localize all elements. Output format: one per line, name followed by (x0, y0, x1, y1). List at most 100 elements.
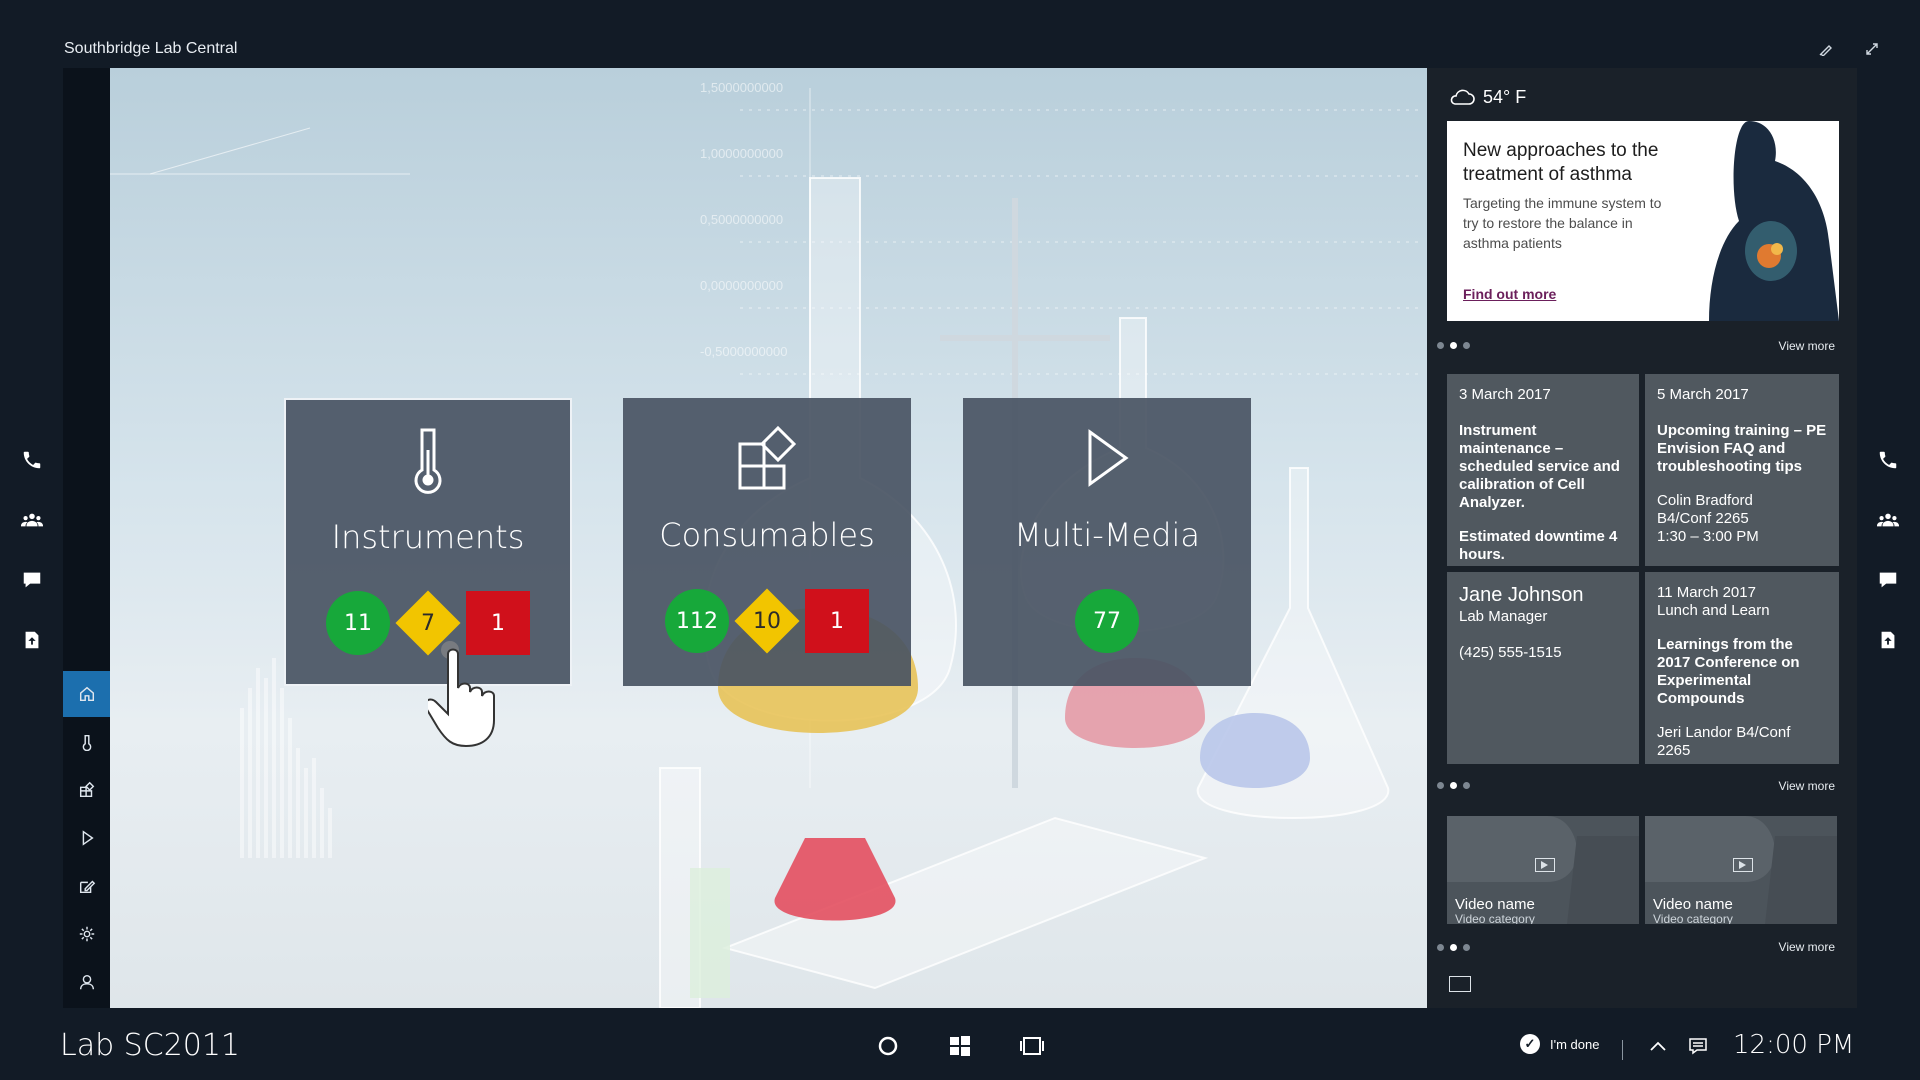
play-icon (963, 424, 1251, 494)
cortana-circle-icon[interactable] (874, 1032, 902, 1060)
event-date: 5 March 2017 (1657, 386, 1749, 403)
multimedia-tile[interactable]: Multi-Media 77 (963, 398, 1251, 686)
nav-home[interactable] (63, 671, 110, 717)
svg-text:-0,5000000000: -0,5000000000 (700, 344, 787, 359)
device-name: Lab SC2011 (60, 1028, 241, 1063)
edit-icon (79, 880, 95, 894)
find-out-more-link[interactable]: Find out more (1463, 286, 1556, 302)
ok-count-badge[interactable]: 77 (1075, 589, 1139, 653)
expand-icon[interactable] (1862, 42, 1882, 62)
im-done-button[interactable]: ✓ I'm done (1520, 1034, 1599, 1054)
warning-count-badge[interactable]: 10 (735, 589, 799, 653)
ok-count-badge[interactable]: 112 (665, 589, 729, 653)
notification-icon[interactable] (1684, 1032, 1712, 1060)
videos-pager[interactable] (1437, 944, 1470, 951)
error-count-badge[interactable]: 1 (805, 589, 869, 653)
view-more-link[interactable]: View more (1779, 779, 1835, 793)
event-title: Upcoming training – PE Envision FAQ and … (1657, 422, 1827, 475)
share-icon[interactable] (1868, 610, 1908, 670)
task-view-icon[interactable] (1018, 1032, 1046, 1060)
pager-dot[interactable] (1463, 782, 1470, 789)
app-frame: Southbridge Lab Central 1,5000000000 1,0… (0, 0, 1920, 1080)
event-subtitle: Lunch and Learn (1657, 602, 1770, 619)
event-date: 11 March 2017 (1657, 584, 1756, 601)
checkmark-icon: ✓ (1520, 1034, 1540, 1054)
windows-start-icon[interactable] (946, 1032, 974, 1060)
person-icon (79, 974, 94, 990)
event-time: 1:30 – 3:00 PM (1657, 528, 1759, 545)
pager-dot-active[interactable] (1450, 944, 1457, 951)
pager-dot-active[interactable] (1450, 782, 1457, 789)
pager-dot-active[interactable] (1450, 342, 1457, 349)
nav-rail (63, 68, 110, 1036)
nav-profile[interactable] (63, 959, 110, 1005)
video-name: Video name (1455, 896, 1535, 913)
svg-text:0,0000000000: 0,0000000000 (700, 278, 783, 293)
share-icon[interactable] (12, 610, 52, 670)
right-info-panel: 54° F New approaches to the treatment of… (1427, 68, 1857, 1008)
pager-dot[interactable] (1437, 342, 1444, 349)
tile-label: Instruments (331, 518, 525, 556)
cast-icon[interactable] (1449, 976, 1471, 992)
people-icon[interactable] (12, 490, 52, 550)
status-badges: 112 10 1 (623, 586, 911, 656)
left-quick-actions (12, 430, 52, 670)
pager-dot[interactable] (1463, 944, 1470, 951)
ok-count-badge[interactable]: 11 (326, 591, 390, 655)
video-name: Video name (1653, 896, 1733, 913)
contact-role: Lab Manager (1459, 608, 1548, 625)
weather-temp: 54° F (1483, 86, 1527, 107)
chat-icon[interactable] (1868, 550, 1908, 610)
svg-text:1,0000000000: 1,0000000000 (700, 146, 783, 161)
tile-label: Consumables (659, 516, 875, 554)
tile-label: Multi-Media (1014, 516, 1200, 554)
event-card[interactable]: 11 March 2017 Lunch and Learn Learnings … (1645, 572, 1839, 764)
gear-icon (79, 926, 94, 942)
video-category: Video category (1455, 912, 1535, 924)
event-card[interactable]: 5 March 2017 Upcoming training – PE Envi… (1645, 374, 1839, 566)
contact-phone: (425) 555-1515 (1459, 644, 1562, 661)
video-thumbnail[interactable]: Video name Video category (1645, 816, 1837, 924)
contact-card[interactable]: Jane Johnson Lab Manager (425) 555-1515 (1447, 572, 1639, 764)
video-icon (1733, 858, 1753, 872)
people-icon[interactable] (1868, 490, 1908, 550)
nav-consumables[interactable] (63, 767, 110, 813)
events-pager[interactable] (1437, 782, 1470, 789)
pager-dot[interactable] (1437, 782, 1444, 789)
status-badges: 77 (963, 586, 1251, 656)
phone-icon[interactable] (12, 430, 52, 490)
weather-widget[interactable]: 54° F (1449, 82, 1526, 112)
pager-dot[interactable] (1463, 342, 1470, 349)
cloud-icon (1450, 89, 1475, 105)
nav-instruments[interactable] (63, 719, 110, 765)
im-done-label: I'm done (1550, 1036, 1600, 1052)
svg-text:1,5000000000: 1,5000000000 (700, 80, 783, 95)
event-room: B4/Conf 2265 (1657, 510, 1749, 527)
news-card[interactable]: New approaches to the treatment of asthm… (1447, 121, 1839, 321)
view-more-link[interactable]: View more (1779, 940, 1835, 954)
view-more-link[interactable]: View more (1779, 339, 1835, 353)
consumables-tile[interactable]: Consumables 112 10 1 (623, 398, 911, 686)
asthma-illustration (1679, 121, 1839, 321)
news-body: Targeting the immune system to try to re… (1463, 195, 1662, 251)
pager-dot[interactable] (1437, 944, 1444, 951)
event-note: Estimated downtime 4 hours. (1459, 528, 1618, 563)
consumables-icon (623, 424, 911, 494)
pen-icon[interactable] (1816, 42, 1836, 62)
consumables-icon (79, 781, 94, 798)
event-card[interactable]: 3 March 2017 Instrument maintenance – sc… (1447, 374, 1639, 566)
phone-icon[interactable] (1868, 430, 1908, 490)
video-thumbnail[interactable]: Video name Video category (1447, 816, 1639, 924)
touch-hand-cursor-icon (428, 641, 495, 748)
right-quick-actions (1868, 430, 1908, 670)
event-title: Instrument maintenance – scheduled servi… (1459, 422, 1620, 511)
event-date: 3 March 2017 (1459, 386, 1551, 403)
news-pager[interactable] (1437, 342, 1470, 349)
nav-settings[interactable] (63, 911, 110, 957)
chat-icon[interactable] (12, 550, 52, 610)
nav-edit[interactable] (63, 863, 110, 909)
thermometer-icon (286, 426, 570, 496)
title-bar: Southbridge Lab Central (0, 0, 1920, 68)
chevron-up-icon[interactable] (1644, 1032, 1672, 1060)
nav-multimedia[interactable] (63, 815, 110, 861)
